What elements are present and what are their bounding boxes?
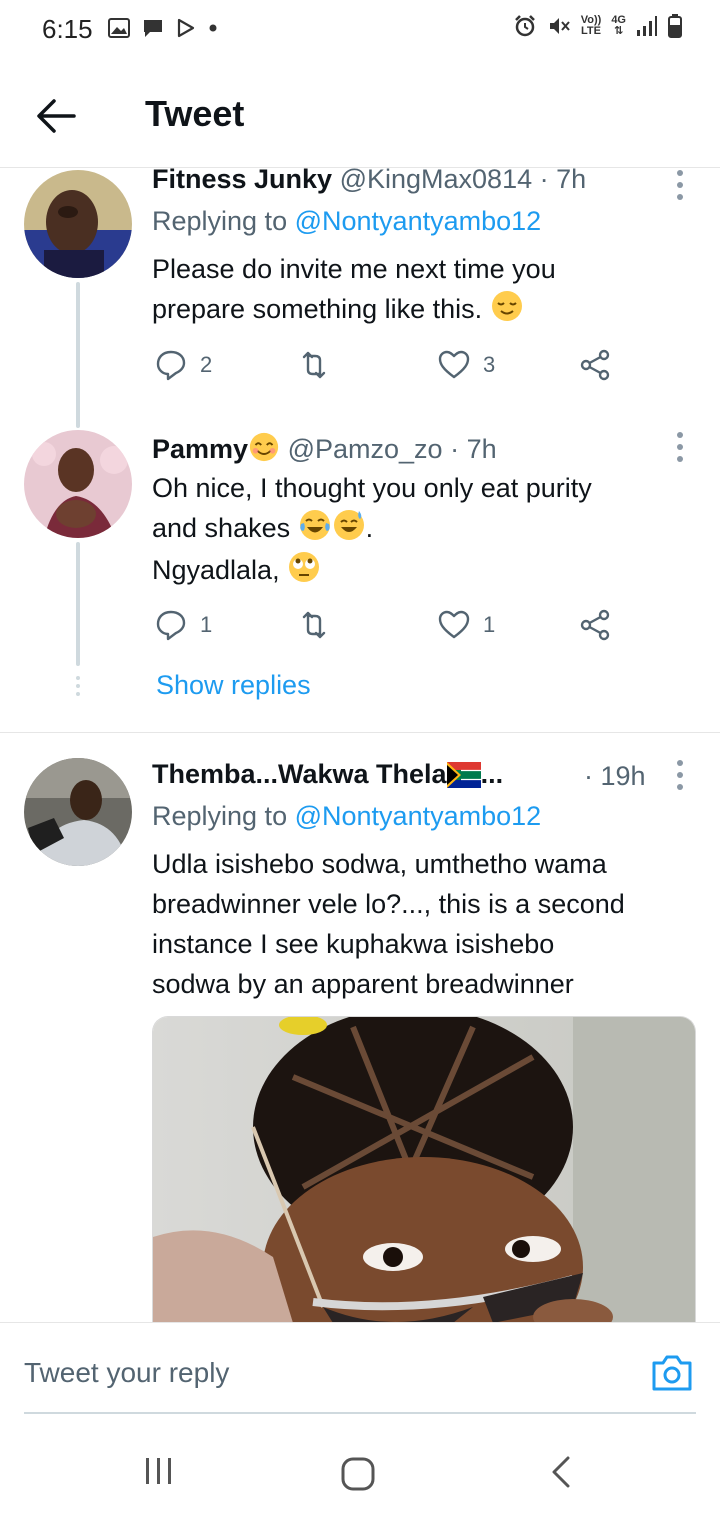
replying-to: Replying to @Nontyantyambo12 xyxy=(152,801,541,832)
like-button[interactable]: 1 xyxy=(437,608,495,642)
volte-indicator: Vo)) LTE xyxy=(581,15,602,37)
share-button[interactable] xyxy=(578,608,612,642)
replying-to: Replying to @Nontyantyambo12 xyxy=(152,206,541,237)
reply-button[interactable]: 1 xyxy=(154,608,212,642)
tweet-divider xyxy=(0,732,720,733)
avatar[interactable] xyxy=(24,758,132,866)
reply-composer: Tweet your reply xyxy=(0,1322,720,1414)
reply-input[interactable]: Tweet your reply xyxy=(24,1357,229,1389)
thread-line xyxy=(76,542,80,666)
user-handle[interactable]: @Pamzo_zo xyxy=(288,434,443,464)
status-bar: 6:15 Vo)) LTE 4G ⇅ xyxy=(0,0,720,60)
recent-apps-icon[interactable] xyxy=(144,1456,174,1486)
more-options-icon[interactable] xyxy=(670,760,690,790)
reply-count: 2 xyxy=(200,352,213,377)
replying-prefix: Replying to xyxy=(152,801,288,831)
show-replies-link[interactable]: Show replies xyxy=(156,670,311,701)
share-icon xyxy=(580,349,610,381)
tweet-line: Oh nice, I thought you only eat purity xyxy=(152,473,592,503)
tweet-line: Please do invite me next time you xyxy=(152,254,556,284)
grinning-sweat-emoji-icon xyxy=(333,510,364,540)
avatar[interactable] xyxy=(24,170,132,278)
home-icon[interactable] xyxy=(340,1456,376,1492)
tweet-punctuation: . xyxy=(365,513,374,543)
dot-icon xyxy=(209,24,217,32)
retweet-button[interactable] xyxy=(297,608,331,642)
tweet-line: Ngyadlala, xyxy=(152,555,280,585)
tweet-actions: 1 1 xyxy=(152,608,622,648)
display-name[interactable]: Pammy xyxy=(152,434,248,464)
tweet-time: · 7h xyxy=(539,164,587,194)
relieved-face-emoji-icon xyxy=(491,291,522,321)
reply-icon xyxy=(156,610,186,641)
share-icon xyxy=(580,609,610,641)
retweet-button[interactable] xyxy=(297,348,331,382)
data-arrows-icon: ⇅ xyxy=(614,25,624,37)
status-time: 6:15 xyxy=(42,14,93,44)
tweet-text: Udla isishebo sodwa, umthetho wama bread… xyxy=(152,844,712,1004)
camera-icon[interactable] xyxy=(650,1353,694,1393)
user-handle[interactable]: @KingMax0814 xyxy=(340,164,533,194)
status-notification-icons xyxy=(108,18,218,38)
heart-icon xyxy=(438,610,470,639)
tears-of-joy-emoji-icon xyxy=(299,510,330,540)
replying-prefix: Replying to xyxy=(152,206,288,236)
page-title: Tweet xyxy=(145,93,245,134)
display-name[interactable]: Fitness Junky xyxy=(152,164,332,194)
tweet-header: Fitness Junky @KingMax0814 · 7h xyxy=(152,164,586,195)
tweet-line: breadwinner vele lo?..., this is a secon… xyxy=(152,889,625,919)
display-name[interactable]: Themba...Wakwa Thela xyxy=(152,759,447,789)
thread-more-dots xyxy=(76,676,80,700)
tweet-line: Udla isishebo sodwa, umthetho wama xyxy=(152,849,607,879)
reply-button[interactable]: 2 xyxy=(154,348,212,382)
tweet-line: prepare something like this. xyxy=(152,294,483,324)
battery-icon xyxy=(668,14,682,38)
tweet-actions: 2 3 xyxy=(152,348,622,388)
tweet-image[interactable] xyxy=(152,1016,696,1322)
message-icon xyxy=(144,20,162,37)
like-count: 1 xyxy=(483,612,496,637)
tweet-header: Pammy @Pamzo_zo · 7h xyxy=(152,431,497,465)
tweet-line: and shakes xyxy=(152,513,291,543)
mention-link[interactable]: @Nontyantyambo12 xyxy=(295,801,542,831)
tweet-text: Please do invite me next time you prepar… xyxy=(152,249,697,329)
tweet-line: instance I see kuphakwa isishebo xyxy=(152,929,555,959)
avatar[interactable] xyxy=(24,430,132,538)
rolling-eyes-emoji-icon xyxy=(289,552,320,582)
mention-link[interactable]: @Nontyantyambo12 xyxy=(295,206,542,236)
status-system-icons: Vo)) LTE 4G ⇅ xyxy=(513,14,682,38)
mute-icon xyxy=(549,18,570,34)
arrow-left-icon[interactable] xyxy=(34,96,78,136)
south-africa-flag-icon xyxy=(446,762,481,788)
alarm-icon xyxy=(514,15,535,37)
lte-label: LTE xyxy=(581,25,601,37)
system-nav-bar xyxy=(0,1414,720,1520)
more-options-icon[interactable] xyxy=(670,170,690,200)
reply-count: 1 xyxy=(200,612,213,637)
like-count: 3 xyxy=(483,352,496,377)
play-store-icon xyxy=(177,18,195,38)
reply-icon xyxy=(156,350,186,381)
tweet-line: sodwa by an apparent breadwinner xyxy=(152,969,574,999)
thread-line xyxy=(76,418,80,428)
like-button[interactable]: 3 xyxy=(437,348,495,382)
app-header: Tweet xyxy=(0,60,720,168)
signal-icon xyxy=(637,16,657,36)
more-options-icon[interactable] xyxy=(670,432,690,462)
share-button[interactable] xyxy=(578,348,612,382)
network-type: 4G ⇅ xyxy=(611,15,626,37)
tweet-text: Oh nice, I thought you only eat purity a… xyxy=(152,468,697,590)
tweet-time: · 19h xyxy=(584,761,646,791)
smiling-face-emoji-icon xyxy=(249,432,279,462)
display-name-ellipsis: ... xyxy=(480,759,504,789)
tweet-header: Themba...Wakwa Thela ... xyxy=(152,759,503,790)
thread-line xyxy=(76,282,80,424)
back-nav-icon[interactable] xyxy=(548,1456,572,1488)
retweet-icon xyxy=(302,611,326,639)
heart-icon xyxy=(438,350,470,379)
retweet-icon xyxy=(302,351,326,379)
gallery-icon xyxy=(108,18,130,38)
tweet-time: · 7h xyxy=(450,434,497,464)
